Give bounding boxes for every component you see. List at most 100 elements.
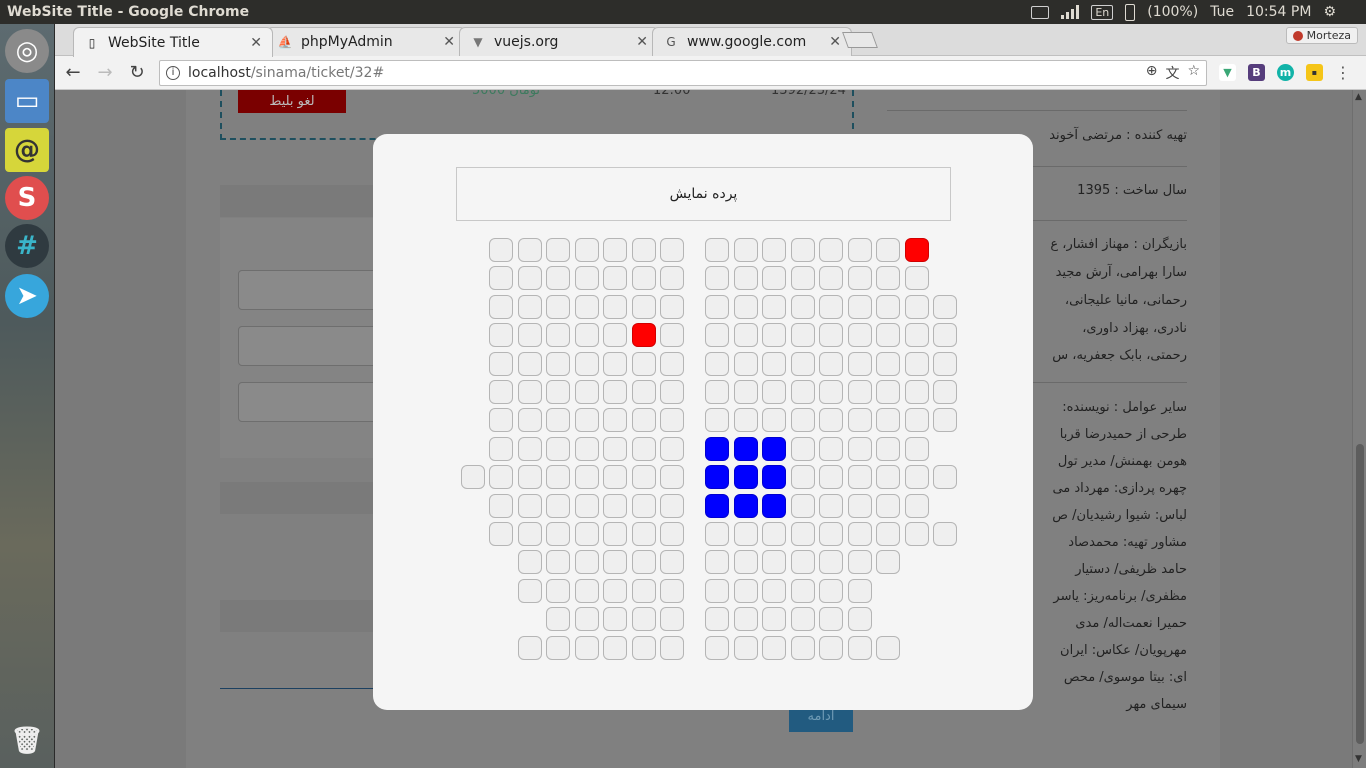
seat[interactable] [546,635,570,660]
seat[interactable] [546,294,570,319]
seat[interactable] [847,522,872,546]
seat[interactable] [904,436,929,461]
seat[interactable] [660,266,684,291]
seat[interactable] [790,493,815,518]
seat[interactable] [790,522,815,546]
seat[interactable] [546,578,570,603]
site-info-icon[interactable]: i [166,65,180,80]
seat[interactable] [790,550,815,575]
seat[interactable] [876,351,900,376]
seat[interactable] [876,380,900,404]
seat[interactable] [705,351,729,376]
seat[interactable] [546,380,570,404]
seat[interactable] [819,607,843,632]
address-bar[interactable]: i localhost/sinama/ticket/32# ⊕ 文 ☆ [159,59,1207,86]
seat[interactable] [762,238,786,262]
seat[interactable] [660,408,684,433]
seat[interactable] [574,635,599,660]
tab-vuejs[interactable]: ▼ vuejs.org ✕ [459,27,659,56]
seat[interactable] [847,607,872,632]
translate-icon[interactable]: 文 [1165,63,1179,83]
seat[interactable] [705,493,729,518]
seat[interactable] [603,522,627,546]
seat[interactable] [546,238,570,262]
seat[interactable] [517,635,542,660]
seat[interactable] [705,465,729,490]
trash-icon[interactable]: 🗑 [5,719,49,763]
sublime-s-icon[interactable]: S [5,176,49,220]
seat[interactable] [762,493,786,518]
seat[interactable] [705,550,729,575]
seat[interactable] [489,465,513,490]
seat[interactable] [489,493,513,518]
seat[interactable] [574,380,599,404]
seat[interactable] [790,294,815,319]
seat[interactable] [762,465,786,490]
seat[interactable] [933,294,957,319]
telegram-icon[interactable]: ➤ [5,274,49,318]
seat[interactable] [847,436,872,461]
close-icon[interactable]: ✕ [250,35,262,51]
seat[interactable] [762,266,786,291]
seat[interactable] [705,436,729,461]
seat[interactable] [790,578,815,603]
seat[interactable] [517,351,542,376]
seat[interactable] [603,238,627,262]
seat[interactable] [762,436,786,461]
close-icon[interactable]: ✕ [443,34,455,50]
seat[interactable] [660,465,684,490]
seat[interactable] [733,493,758,518]
seat[interactable] [933,408,957,433]
seat[interactable] [489,522,513,546]
seat[interactable] [631,323,656,348]
new-tab-button[interactable] [842,32,878,48]
seat[interactable] [574,294,599,319]
seat[interactable] [631,607,656,632]
seat[interactable] [762,323,786,348]
seat[interactable] [603,323,627,348]
seat[interactable] [847,266,872,291]
seat[interactable] [819,351,843,376]
seat[interactable] [733,607,758,632]
seat[interactable] [631,266,656,291]
seat[interactable] [933,380,957,404]
close-icon[interactable]: ✕ [829,34,841,50]
seat[interactable] [660,351,684,376]
seat[interactable] [517,294,542,319]
reload-icon[interactable]: ↻ [127,62,147,83]
hashtag-icon[interactable]: # [5,224,49,268]
seat[interactable] [631,351,656,376]
seat[interactable] [762,635,786,660]
seat[interactable] [631,408,656,433]
bookmark-star-icon[interactable]: ☆ [1187,63,1200,83]
seat[interactable] [631,578,656,603]
seat[interactable] [904,238,929,262]
seat[interactable] [876,522,900,546]
seat[interactable] [574,607,599,632]
chrome-menu-icon[interactable]: ⋮ [1335,63,1351,82]
seat[interactable] [876,436,900,461]
seat[interactable] [790,351,815,376]
seat[interactable] [603,380,627,404]
seat[interactable] [733,238,758,262]
seat[interactable] [574,578,599,603]
keyboard-icon[interactable] [1031,5,1050,19]
seat[interactable] [847,323,872,348]
seat[interactable] [733,522,758,546]
seat[interactable] [847,578,872,603]
seat[interactable] [574,493,599,518]
seat[interactable] [819,465,843,490]
seat[interactable] [847,493,872,518]
seat[interactable] [847,380,872,404]
seat[interactable] [819,294,843,319]
seat[interactable] [660,522,684,546]
seat[interactable] [631,635,656,660]
seat[interactable] [733,323,758,348]
seat[interactable] [574,323,599,348]
seat[interactable] [603,436,627,461]
seat[interactable] [876,408,900,433]
seat[interactable] [546,550,570,575]
seat[interactable] [489,351,513,376]
seat[interactable] [705,607,729,632]
seat[interactable] [705,635,729,660]
